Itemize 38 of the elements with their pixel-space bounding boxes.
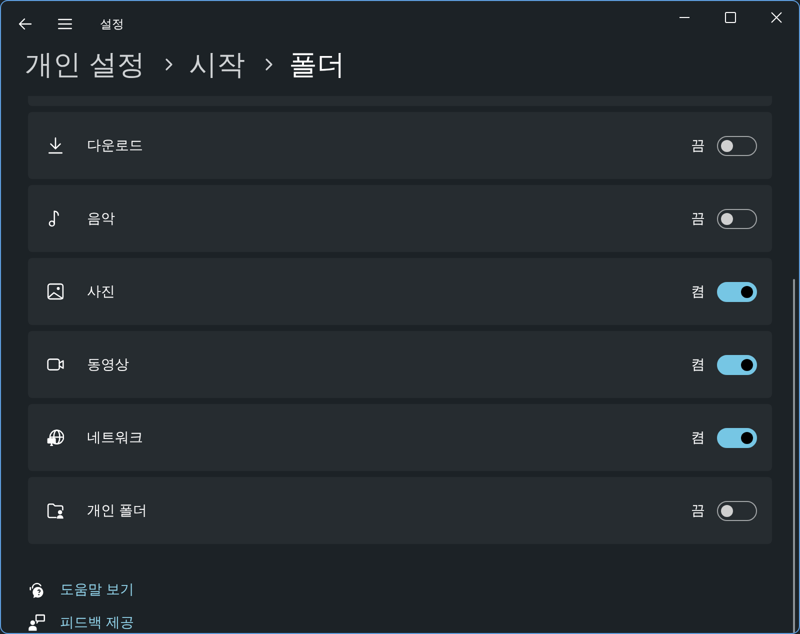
folder-label: 네트워크 xyxy=(87,428,143,447)
video-camera-icon xyxy=(47,356,64,373)
folder-label: 동영상 xyxy=(87,355,129,374)
menu-icon xyxy=(58,17,72,32)
folder-label: 음악 xyxy=(87,209,115,228)
window-title: 설정 xyxy=(100,16,124,34)
footer-link[interactable]: 도움말 보기 xyxy=(28,579,134,599)
toggle-state-label: 끔 xyxy=(691,136,706,155)
folder-label: 사진 xyxy=(87,282,115,301)
toggle-state-label: 켬 xyxy=(691,428,706,447)
toggle-switch[interactable] xyxy=(717,208,758,228)
toggle-switch[interactable] xyxy=(717,500,758,520)
footer-link[interactable]: 피드백 제공 xyxy=(28,612,134,632)
toggle-state-label: 끔 xyxy=(691,501,706,520)
breadcrumb-link[interactable]: 개인 설정 xyxy=(25,48,145,82)
toggle-state-label: 켬 xyxy=(691,282,706,301)
breadcrumb-link[interactable]: 시작 xyxy=(188,48,245,82)
chevron-right-icon xyxy=(264,58,273,72)
toggle-switch[interactable] xyxy=(717,136,758,156)
maximize-icon xyxy=(724,12,736,22)
folder-person-icon xyxy=(47,502,64,519)
toggle-switch[interactable] xyxy=(717,282,758,302)
help-icon xyxy=(28,580,45,598)
folder-label: 개인 폴더 xyxy=(87,501,147,520)
breadcrumb-current: 폴더 xyxy=(288,48,345,82)
toggle-switch[interactable] xyxy=(717,428,758,448)
toggle-state-label: 켬 xyxy=(691,355,706,374)
scrollbar-thumb[interactable] xyxy=(793,279,796,633)
image-icon xyxy=(47,283,64,300)
folder-label: 다운로드 xyxy=(87,136,143,155)
toggle-state-label: 끔 xyxy=(691,209,706,228)
globe-monitor-icon xyxy=(47,429,64,446)
person-chat-icon xyxy=(28,614,45,630)
download-icon xyxy=(47,137,64,154)
back-arrow-icon xyxy=(18,17,32,32)
close-icon xyxy=(770,12,782,22)
toggle-switch[interactable] xyxy=(717,354,758,374)
chevron-right-icon xyxy=(164,58,173,72)
